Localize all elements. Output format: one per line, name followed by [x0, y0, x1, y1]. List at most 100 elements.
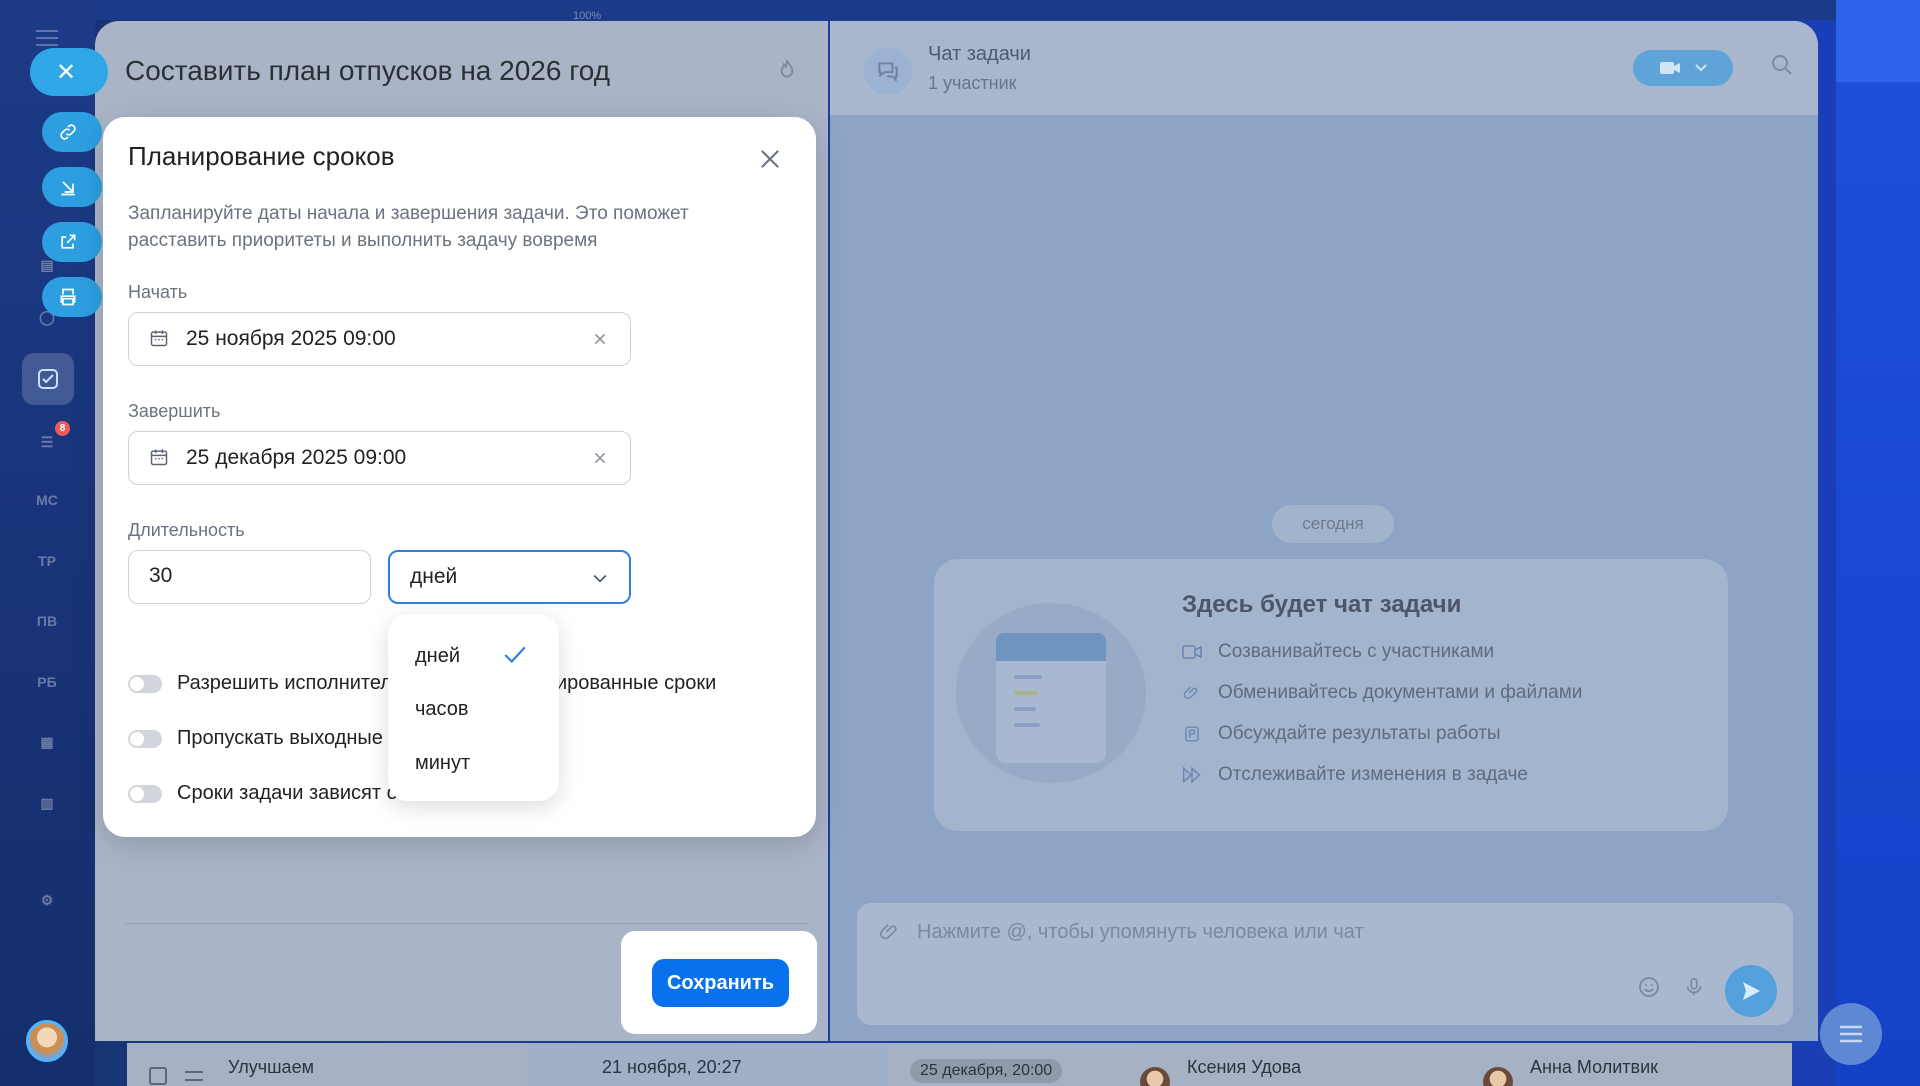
floating-menu-button[interactable] [1820, 1003, 1882, 1065]
depends-on-subtasks-row[interactable]: Сроки задачи зависят от [128, 782, 406, 805]
modal-description: Запланируйте даты начала и завершения за… [128, 203, 689, 251]
feature-calls: Созванивайтесь с участниками [1182, 641, 1494, 663]
assignee-avatar [1140, 1067, 1170, 1086]
chat-participants[interactable]: 1 участник [928, 73, 1017, 94]
toggle-label-tail: ированные сроки [555, 672, 717, 694]
left-rail: ▤ ◯ ☰ 8 МС ТР ПВ РБ ▦ ▥ ⚙ [0, 0, 95, 1086]
printer-icon [60, 288, 76, 306]
chevron-down-icon [1695, 64, 1707, 72]
row-assignee[interactable]: Ксения Удова [1187, 1057, 1301, 1078]
close-slider-button[interactable]: ✕ [30, 48, 108, 96]
link-icon [60, 124, 76, 140]
toggle-switch[interactable] [128, 729, 162, 748]
toggle-label: Сроки задачи зависят от [177, 782, 407, 804]
end-date-value: 25 декабря 2025 09:00 [186, 446, 407, 469]
copy-link-button[interactable] [42, 112, 102, 152]
creator-avatar [1483, 1067, 1513, 1086]
feature-text: Обсуждайте результаты работы [1218, 723, 1501, 744]
feature-text: Созванивайтесь с участниками [1218, 641, 1495, 662]
duration-label: Длительность [128, 520, 245, 540]
feed-icon[interactable]: ☰ 8 [30, 421, 70, 459]
feature-results: Обсуждайте результаты работы [1182, 723, 1501, 745]
arrow-down-right-icon [61, 181, 75, 196]
clear-icon[interactable] [589, 328, 611, 350]
start-date-value: 25 ноября 2025 09:00 [186, 327, 396, 350]
end-label: Завершить [128, 401, 221, 421]
flame-icon[interactable] [774, 57, 800, 83]
tasks-icon[interactable] [22, 353, 74, 405]
clear-icon[interactable] [589, 447, 611, 469]
attach-icon[interactable] [879, 921, 901, 949]
duration-input[interactable]: 30 [128, 550, 371, 604]
row-created: 21 ноября, 20:27 [602, 1057, 742, 1077]
rail-item-mc[interactable]: МС [30, 483, 64, 517]
video-icon [1182, 642, 1202, 662]
paperclip-icon [1182, 683, 1202, 703]
duration-unit-select[interactable]: дней [388, 550, 631, 604]
row-deadline[interactable]: 25 декабря, 20:00 [910, 1059, 1063, 1083]
list-icon [1840, 1025, 1862, 1043]
top-strip: 100% [95, 0, 1836, 22]
right-strip [1836, 0, 1920, 1086]
feature-text: Отслеживайте изменения в задаче [1218, 764, 1528, 785]
right-strip-top [1836, 0, 1920, 82]
chat-bubbles-icon [864, 47, 912, 95]
chat-empty-state: Здесь будет чат задачи Созванивайтесь с … [934, 559, 1728, 831]
drag-handle-icon[interactable] [185, 1071, 203, 1081]
chat-message-input[interactable]: Нажмите @, чтобы упомянуть человека или … [857, 903, 1793, 1025]
option-minutes[interactable]: минут [415, 752, 470, 775]
print-button[interactable] [42, 277, 102, 317]
user-avatar[interactable] [26, 1020, 68, 1062]
task-list-row[interactable]: Улучшаем 21 ноября, 20:27 25 декабря, 20… [127, 1043, 1792, 1086]
date-separator: сегодня [1272, 505, 1394, 543]
search-icon[interactable] [1770, 53, 1796, 79]
chat-empty-title: Здесь будет чат задачи [1182, 591, 1462, 618]
task-title: Составить план отпусков на 2026 год [125, 55, 611, 86]
close-icon[interactable] [756, 145, 784, 173]
notification-badge: 8 [55, 421, 70, 436]
toggle-switch[interactable] [128, 784, 162, 803]
send-icon [1743, 982, 1760, 1000]
start-label: Начать [128, 282, 188, 302]
chat-input-placeholder: Нажмите @, чтобы упомянуть человека или … [917, 921, 1364, 943]
chat-header: Чат задачи 1 участник [830, 21, 1818, 115]
modal-title: Планирование сроков [128, 141, 395, 171]
rail-item-rb[interactable]: РБ [30, 665, 64, 699]
minimize-button[interactable] [42, 167, 102, 207]
skip-weekends-row[interactable]: Пропускать выходные д [128, 727, 400, 750]
divider [125, 923, 808, 924]
fast-forward-icon [1182, 765, 1202, 785]
save-button[interactable]: Сохранить [652, 959, 789, 1007]
emoji-icon[interactable] [1637, 975, 1661, 1005]
settings-icon[interactable]: ⚙ [30, 883, 64, 917]
feature-changes: Отслеживайте изменения в задаче [1182, 764, 1528, 786]
calendar-rail-icon[interactable]: ▥ [30, 786, 64, 820]
save-area: Сохранить [621, 931, 817, 1034]
option-days[interactable]: дней [415, 645, 460, 668]
send-button[interactable] [1725, 965, 1777, 1017]
menu-icon[interactable] [36, 30, 58, 46]
open-new-tab-button[interactable] [42, 222, 102, 262]
checkmark-icon [502, 642, 528, 668]
toggle-label: Разрешить исполнител [177, 672, 392, 694]
row-checkbox[interactable] [149, 1067, 167, 1085]
row-creator[interactable]: Анна Молитвик [1530, 1057, 1658, 1078]
row-task-name[interactable]: Улучшаем [228, 1057, 314, 1078]
rail-item-tr[interactable]: ТР [30, 544, 64, 578]
chat-illustration [956, 603, 1146, 783]
option-hours[interactable]: часов [415, 698, 469, 721]
chat-panel: Чат задачи 1 участник сегодня Здесь буде… [830, 21, 1818, 1041]
microphone-icon[interactable] [1683, 975, 1705, 1005]
calendar-icon [149, 447, 169, 467]
duration-unit-value: дней [410, 565, 458, 588]
external-link-icon [61, 234, 76, 249]
calendar-icon [149, 328, 169, 348]
contacts-icon[interactable]: ▦ [30, 725, 64, 759]
toggle-switch[interactable] [128, 674, 162, 693]
video-call-button[interactable] [1633, 50, 1733, 86]
video-camera-icon [1660, 62, 1680, 74]
start-date-field[interactable]: 25 ноября 2025 09:00 [128, 312, 631, 366]
rail-item-pv[interactable]: ПВ [30, 604, 64, 638]
toggle-label: Пропускать выходные д [177, 727, 401, 749]
end-date-field[interactable]: 25 декабря 2025 09:00 [128, 431, 631, 485]
